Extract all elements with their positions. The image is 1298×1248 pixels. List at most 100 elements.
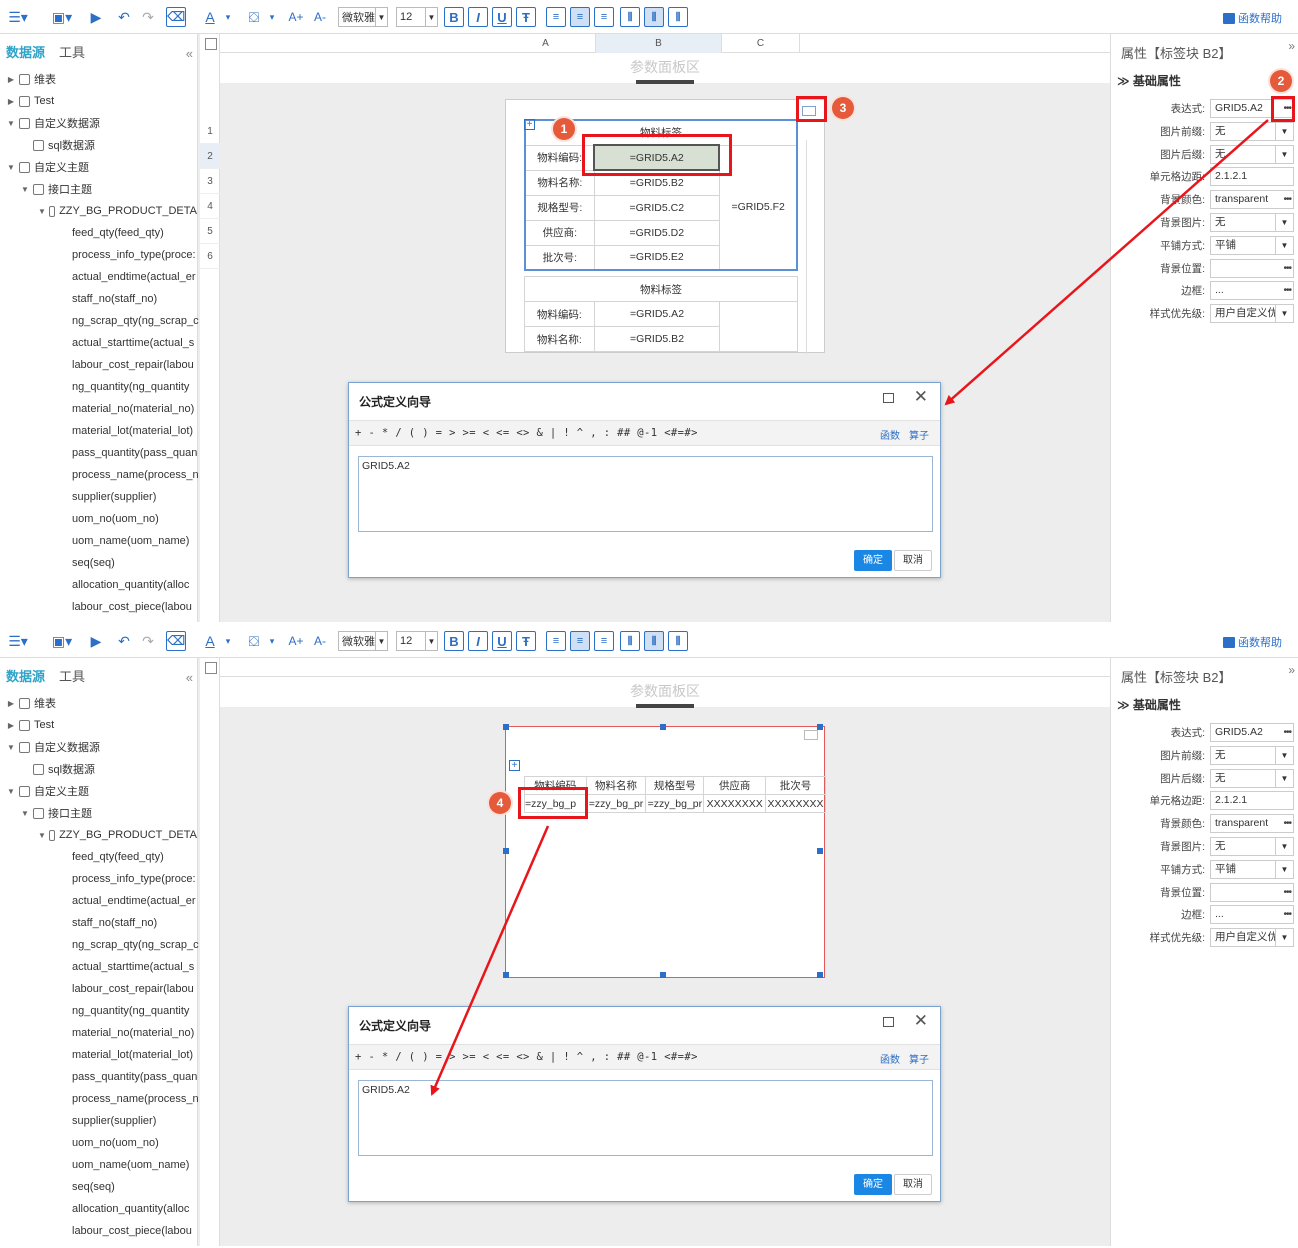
tree-field-item[interactable]: uom_no(uom_no) [0, 1132, 197, 1154]
font-grow-button[interactable]: A+ [286, 631, 306, 651]
property-input[interactable]: transparent ••• [1210, 190, 1294, 210]
tree-field-item[interactable]: material_lot(material_lot) [0, 420, 197, 442]
tree-node[interactable]: ▼ 接口主题 [0, 178, 197, 200]
property-select[interactable]: 用户自定义优 ▼ [1210, 928, 1294, 948]
more-options-icon[interactable]: ••• [1283, 282, 1291, 299]
valign-bottom-icon[interactable]: ⫼ [668, 631, 688, 651]
tree-field-item[interactable]: ng_quantity(ng_quantity [0, 1000, 197, 1022]
tree-field-item[interactable]: process_name(process_n [0, 464, 199, 486]
tree-node[interactable]: ▶ Test [0, 90, 197, 112]
italic-button[interactable]: I [468, 631, 488, 651]
fill-color-dropdown-icon[interactable]: ▾ [266, 7, 278, 27]
property-select[interactable]: 无 ▼ [1210, 121, 1294, 141]
formula-cell[interactable]: =GRID5.C2 [593, 194, 720, 221]
tree-field-item[interactable]: ng_scrap_qty(ng_scrap_c [0, 934, 199, 956]
menu-icon[interactable]: ☰▾ [6, 631, 30, 651]
font-size-select[interactable]: 12 ▼ [396, 7, 438, 27]
fill-color-icon[interactable]: ⛋ [244, 7, 264, 27]
resize-handle[interactable] [503, 724, 509, 730]
chevron-down-icon[interactable]: ▼ [6, 743, 16, 752]
chevron-down-icon[interactable]: ▼ [38, 831, 46, 840]
tree-field-item[interactable]: material_lot(material_lot) [0, 1044, 197, 1066]
chevron-down-icon[interactable]: ▼ [1275, 305, 1293, 323]
formula-input[interactable]: GRID5.A2 [358, 456, 933, 532]
tree-node[interactable]: ▼ ZZY_BG_PRODUCT_DETA [0, 824, 197, 846]
expand-icon[interactable]: » [1288, 663, 1295, 677]
property-input[interactable]: transparent ••• [1210, 814, 1294, 834]
valign-top-icon[interactable]: ⫼ [620, 7, 640, 27]
tree-node[interactable]: ▼ 接口主题 [0, 802, 197, 824]
operator-list[interactable]: + - * / ( ) = > >= < <= <> & | ! ^ , : #… [355, 427, 698, 439]
function-help-link[interactable]: 函数帮助 [1223, 10, 1282, 26]
tree-field-item[interactable]: supplier(supplier) [0, 1110, 197, 1132]
grid-data-cell[interactable]: XXXXXXXX [765, 794, 826, 813]
formula-cell[interactable]: =GRID5.E2 [593, 244, 720, 271]
tree-node[interactable]: ▶ 维表 [0, 68, 197, 90]
align-left-icon[interactable]: ≡ [546, 7, 566, 27]
tree-field-item[interactable]: pass_quantity(pass_quan [0, 1066, 197, 1088]
tab-tools[interactable]: 工具 [59, 666, 85, 685]
tree-field-item[interactable]: supplier(supplier) [0, 486, 197, 508]
parameter-panel-area[interactable]: 参数面板区 [220, 677, 1110, 708]
font-grow-button[interactable]: A+ [286, 7, 306, 27]
tree-field-item[interactable]: process_info_type(proce: [0, 244, 197, 266]
tree-field-item[interactable]: uom_no(uom_no) [0, 508, 197, 530]
chevron-down-icon[interactable]: ▼ [1275, 122, 1293, 140]
more-options-icon[interactable]: ••• [1283, 260, 1291, 277]
cancel-button[interactable]: 取消 [894, 550, 932, 571]
tree-field-item[interactable]: allocation_quantity(alloc [0, 574, 197, 596]
tree-field-item[interactable]: allocation_quantity(alloc [0, 1198, 197, 1220]
cancel-button[interactable]: 取消 [894, 1174, 932, 1195]
resize-handle[interactable] [660, 724, 666, 730]
property-input[interactable]: ... ••• [1210, 281, 1294, 301]
select-all-icon[interactable] [205, 38, 217, 50]
property-select[interactable]: 无 ▼ [1210, 745, 1294, 765]
tab-tools[interactable]: 工具 [59, 42, 85, 61]
chevron-down-icon[interactable]: ▼ [6, 787, 16, 796]
column-letter[interactable]: C [722, 34, 800, 53]
column-letter[interactable]: B [596, 34, 722, 53]
property-select[interactable]: 无 ▼ [1210, 837, 1294, 856]
column-letter[interactable]: A [496, 34, 596, 53]
function-help-link[interactable]: 函数帮助 [1223, 634, 1282, 650]
valign-middle-icon[interactable]: ⫼ [644, 7, 664, 27]
property-input[interactable]: 2.1.2.1 [1210, 167, 1294, 187]
functions-link[interactable]: 函数 [880, 427, 900, 442]
maximize-icon[interactable] [883, 1017, 894, 1027]
tree-field-item[interactable]: ng_scrap_qty(ng_scrap_c [0, 310, 199, 332]
save-icon[interactable]: ▣▾ [46, 631, 78, 651]
functions-link[interactable]: 函数 [880, 1051, 900, 1066]
fill-color-icon[interactable]: ⛋ [244, 631, 264, 651]
row-number[interactable]: 1 [200, 119, 220, 144]
valign-middle-icon[interactable]: ⫼ [644, 631, 664, 651]
select-all-icon[interactable] [205, 662, 217, 674]
valign-bottom-icon[interactable]: ⫼ [668, 7, 688, 27]
tree-node[interactable]: sql数据源 [0, 134, 197, 156]
redo-icon[interactable]: ↷ [138, 631, 158, 651]
operator-list[interactable]: + - * / ( ) = > >= < <= <> & | ! ^ , : #… [355, 1051, 698, 1063]
tree-node[interactable]: sql数据源 [0, 758, 197, 780]
chevron-down-icon[interactable]: ▼ [20, 809, 30, 818]
more-options-icon[interactable]: ••• [1283, 191, 1291, 208]
chevron-right-icon[interactable]: ▶ [6, 721, 16, 730]
parameter-panel-handle[interactable] [636, 704, 694, 708]
preview-play-icon[interactable]: ▶ [86, 631, 106, 651]
font-family-select[interactable]: 微软雅 ▼ [338, 7, 388, 27]
tree-field-item[interactable]: ng_quantity(ng_quantity [0, 376, 197, 398]
chevron-right-icon[interactable]: ▶ [6, 75, 16, 84]
tree-field-item[interactable]: seq(seq) [0, 552, 197, 574]
chevron-right-icon[interactable]: ▶ [6, 699, 16, 708]
font-color-button[interactable]: A [200, 7, 220, 27]
tab-datasource[interactable]: 数据源 [6, 666, 45, 685]
tree-node[interactable]: ▼ 自定义主题 [0, 156, 197, 178]
tree-field-item[interactable]: staff_no(staff_no) [0, 288, 197, 310]
chevron-down-icon[interactable]: ▼ [20, 185, 30, 194]
grid-data-cell[interactable]: =zzy_bg_pr [585, 794, 647, 813]
basic-properties-section[interactable]: ≫ 基础属性 [1117, 72, 1181, 89]
row-number[interactable]: 6 [200, 244, 220, 269]
chevron-down-icon[interactable]: ▼ [1275, 769, 1293, 787]
row-number[interactable]: 5 [200, 219, 220, 244]
property-input[interactable]: ••• [1210, 882, 1294, 902]
collapse-panel-icon[interactable]: « [186, 670, 193, 685]
resize-handle[interactable] [817, 972, 823, 978]
